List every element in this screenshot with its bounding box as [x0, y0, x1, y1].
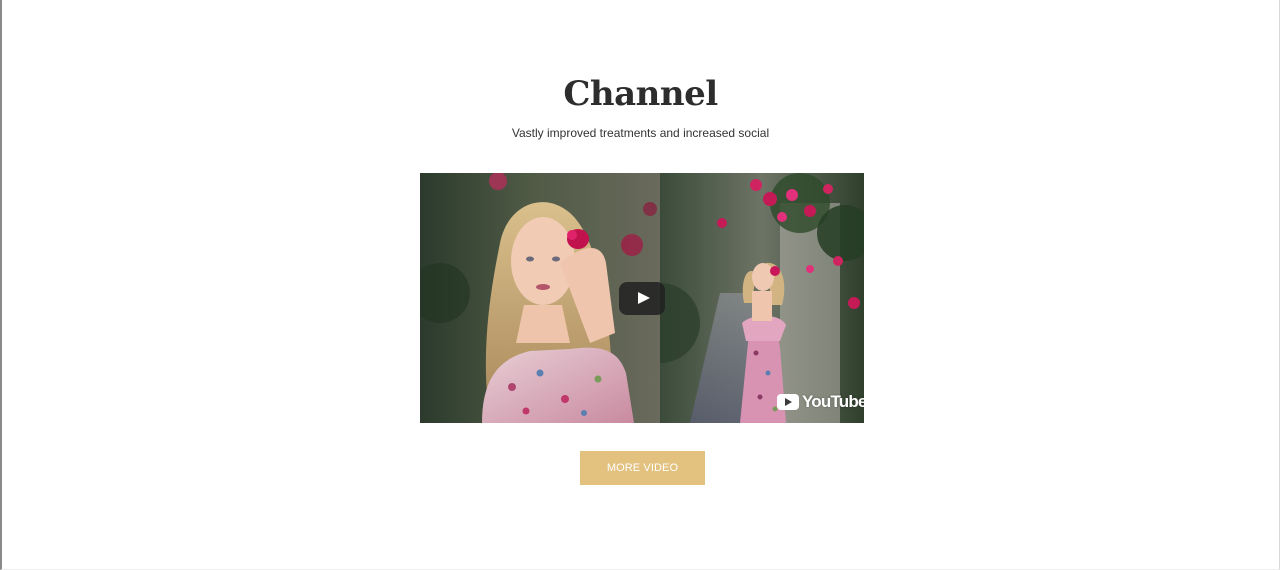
youtube-icon	[777, 394, 799, 410]
video-thumbnail-fullbody	[660, 173, 864, 423]
play-button[interactable]	[619, 282, 665, 315]
video-player[interactable]: YouTube	[420, 173, 864, 423]
section-subtitle: Vastly improved treatments and increased…	[511, 126, 770, 140]
youtube-wordmark: YouTube	[802, 392, 864, 411]
channel-section: Channel Vastly improved treatments and i…	[0, 0, 1280, 570]
more-video-button[interactable]: MORE VIDEO	[580, 451, 705, 485]
youtube-logo[interactable]: YouTube	[777, 392, 864, 412]
section-title: Channel	[563, 74, 718, 114]
